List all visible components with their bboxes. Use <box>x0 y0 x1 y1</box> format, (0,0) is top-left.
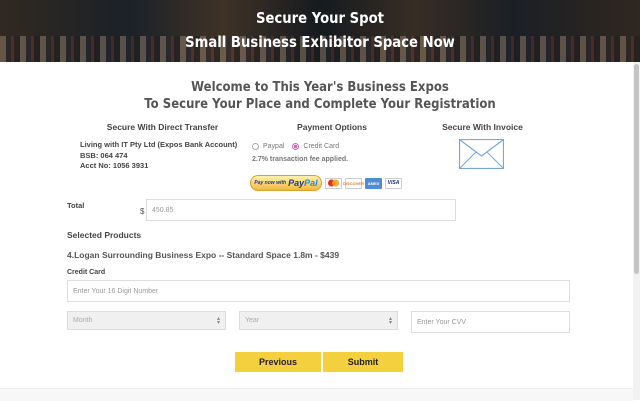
credit-card-label: Credit Card <box>67 269 106 276</box>
invoice-heading: Secure With Invoice <box>442 122 523 132</box>
credit-card-radio[interactable] <box>292 143 300 150</box>
month-select-value: Month <box>73 317 93 324</box>
bank-bsb: BSB: 064 474 <box>80 150 128 160</box>
paypal-radio[interactable] <box>252 143 259 150</box>
total-field[interactable]: 450.85 <box>146 199 456 221</box>
submit-button[interactable]: Submit <box>323 352 403 372</box>
paypal-logo[interactable]: Pay now with PayPal <box>250 175 322 191</box>
previous-button[interactable]: Previous <box>235 352 321 372</box>
month-select[interactable]: Month ▴ ▾ <box>67 311 226 330</box>
total-label: Total <box>67 201 85 210</box>
year-select[interactable]: Year ▴ ▾ <box>239 311 398 330</box>
direct-transfer-heading: Secure With Direct Transfer <box>106 122 219 132</box>
hero-subtitle: Small Business Exhibitor Space Now <box>185 33 455 51</box>
visa-logo: VISA <box>385 177 402 189</box>
welcome-heading: Welcome to This Year's Business Expos <box>191 80 449 95</box>
welcome-subheading: To Secure Your Place and Complete Your R… <box>144 97 496 112</box>
page-footer-edge <box>0 388 633 401</box>
bank-details: Living with IT Pty Ltd (Expos Bank Accou… <box>80 140 237 172</box>
discover-logo: DISCOVER <box>343 177 364 189</box>
hero-title: Secure Your Spot <box>255 9 384 27</box>
transaction-fee-note: 2.7% transaction fee applied. <box>252 156 349 163</box>
payment-option-radios: Paypal Credit Card <box>252 143 339 150</box>
scrollbar-thumb[interactable] <box>634 64 639 274</box>
payment-options-heading: Payment Options <box>297 122 367 132</box>
selected-products-heading: Selected Products <box>67 230 142 240</box>
bank-account-number: Acct No: 1056 3931 <box>80 161 149 170</box>
selected-product-item: 4.Logan Surrounding Business Expo -- Sta… <box>67 250 340 260</box>
hero-banner: Secure Your Spot Small Business Exhibito… <box>0 0 640 62</box>
select-arrows-icon: ▴ ▾ <box>388 315 392 326</box>
amex-logo: AMEX <box>365 177 382 189</box>
card-number-input[interactable]: Enter Your 16 Digit Number <box>67 280 570 302</box>
credit-card-radio-label[interactable]: Credit Card <box>303 143 339 150</box>
total-currency: $ <box>140 207 145 216</box>
envelope-icon[interactable] <box>459 139 504 169</box>
bank-account-name: Living with IT Pty Ltd (Expos Bank Accou… <box>80 140 238 149</box>
year-select-value: Year <box>245 317 260 324</box>
page-scrollbar[interactable] <box>633 62 640 400</box>
cvv-input[interactable]: Enter Your CVV <box>411 311 570 333</box>
select-arrows-icon: ▴ ▾ <box>216 315 220 326</box>
payment-logos: Pay now with PayPal DISCOVER AMEX VISA <box>250 175 402 191</box>
mastercard-logo <box>325 177 342 189</box>
paypal-radio-label[interactable]: Paypal <box>263 143 284 150</box>
